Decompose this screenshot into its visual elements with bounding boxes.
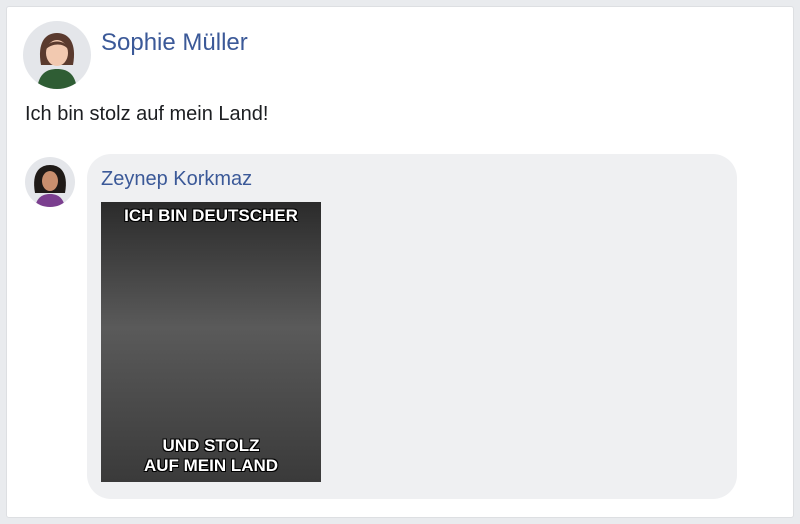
image-caption-bottom: UND STOLZ AUF MEIN LAND (101, 436, 321, 476)
reply-author-name[interactable]: Zeynep Korkmaz (101, 168, 252, 191)
reply-author-avatar[interactable] (25, 157, 75, 207)
post-text: Ich bin stolz auf mein Land! (25, 103, 269, 125)
author-avatar[interactable] (23, 21, 91, 89)
post-author-name[interactable]: Sophie Müller (101, 29, 248, 57)
reply-attached-image[interactable]: ICH BIN DEUTSCHER UND STOLZ AUF MEIN LAN… (101, 202, 321, 482)
avatar-woman-icon (37, 33, 77, 89)
post-card: Sophie Müller Ich bin stolz auf mein Lan… (6, 6, 794, 518)
image-caption-bottom-line-1: UND STOLZ (162, 436, 260, 455)
reply-bubble: Zeynep Korkmaz ICH BIN DEUTSCHER UND STO… (87, 154, 737, 499)
avatar-woman-icon (34, 165, 66, 207)
image-caption-bottom-line-2: AUF MEIN LAND (143, 456, 279, 475)
image-caption-top: ICH BIN DEUTSCHER (124, 206, 298, 225)
